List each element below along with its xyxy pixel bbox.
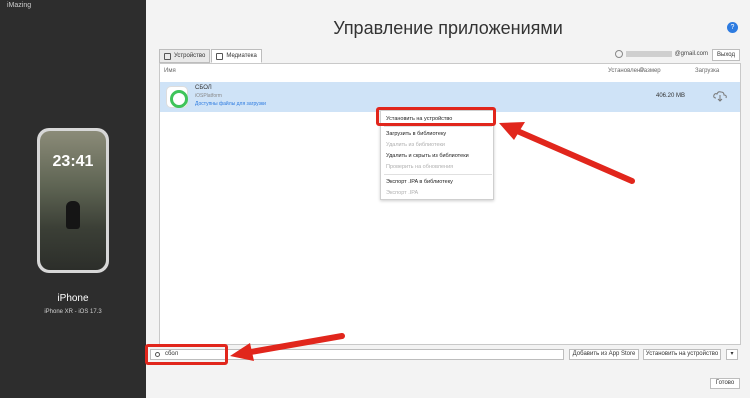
arrow-to-search <box>242 333 345 356</box>
arrow-to-menu <box>512 127 635 184</box>
app-window: 23:41 iPhone iPhone XR - iOS 17.3 iMazin… <box>0 0 750 398</box>
annotation-arrows <box>230 122 635 361</box>
arrow-to-search-head <box>230 343 254 361</box>
